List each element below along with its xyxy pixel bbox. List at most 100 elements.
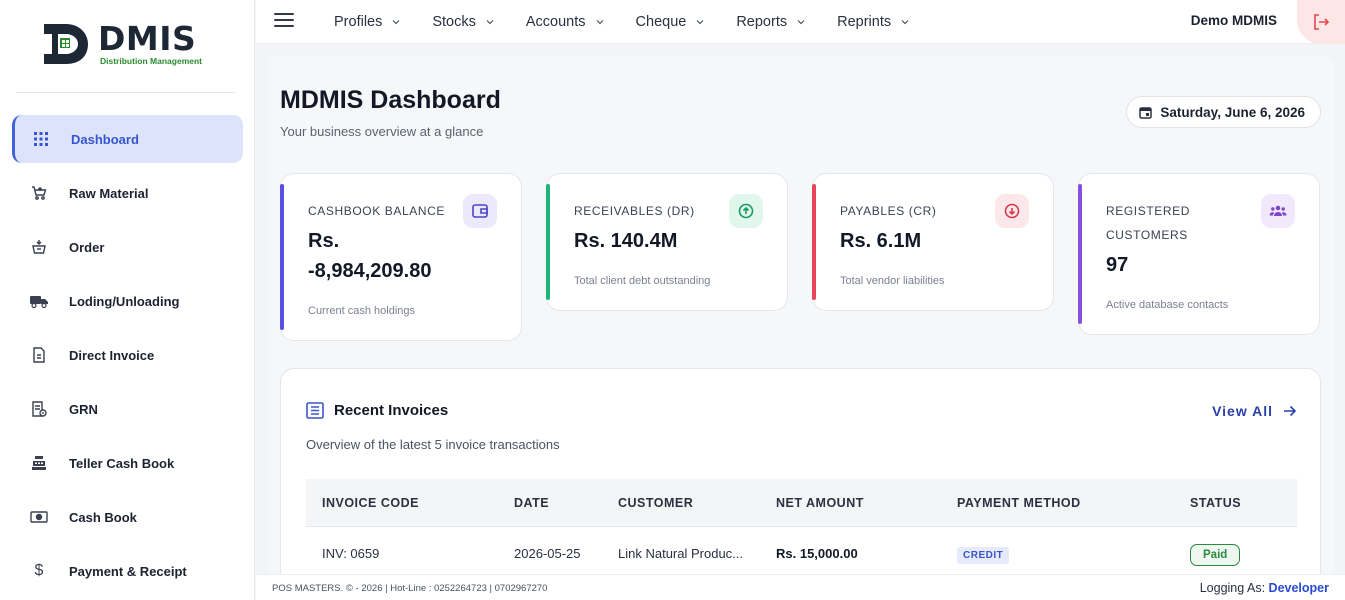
card-payables[interactable]: PAYABLES (CR) Rs. 6.1M Total vendor liab…: [812, 173, 1054, 311]
column-header[interactable]: INVOICE CODE: [322, 496, 419, 510]
sidebar-item-grn[interactable]: GRN: [12, 385, 243, 433]
card-value: Rs. 140.4M: [574, 230, 678, 252]
sidebar-item-direct-invoice[interactable]: Direct Invoice: [12, 331, 243, 379]
sidebar-item-teller-cash-book[interactable]: Teller Cash Book: [12, 439, 243, 487]
menu-stocks[interactable]: Stocks: [432, 14, 494, 30]
card-registered-customers[interactable]: REGISTERED CUSTOMERS 97 Active database …: [1078, 173, 1320, 335]
payment-method: CREDIT: [957, 546, 1010, 564]
column-header[interactable]: DATE: [514, 496, 549, 510]
sidebar-item-order[interactable]: Order: [12, 223, 243, 271]
page-title: MDMIS Dashboard: [280, 86, 501, 114]
top-menu: Profiles Stocks Accounts Cheque Reports …: [334, 0, 941, 44]
card-description: Total client debt outstanding: [574, 275, 711, 287]
menu-profiles[interactable]: Profiles: [334, 14, 400, 30]
sidebar-item-cash-book[interactable]: Cash Book: [12, 493, 243, 541]
menu-label: Reports: [736, 14, 788, 30]
card-receivables[interactable]: RECEIVABLES (DR) Rs. 140.4M Total client…: [546, 173, 788, 311]
invoice-code: INV: 0659: [322, 545, 380, 561]
date-pill: Saturday, June 6, 2026: [1126, 96, 1321, 128]
arrow-down-circle-icon: [995, 194, 1029, 228]
card-cashbook-balance[interactable]: CASHBOOK BALANCE Rs. -8,984,209.80 Curre…: [280, 173, 522, 341]
sidebar-item-payment-receipt[interactable]: $ Payment & Receipt: [12, 547, 243, 595]
sidebar-item-label: Payment & Receipt: [69, 563, 187, 579]
card-description: Active database contacts: [1106, 299, 1229, 311]
payment-method-badge: CREDIT: [957, 546, 1010, 564]
user-name[interactable]: Demo MDMIS: [1191, 13, 1277, 28]
chevron-down-icon: [797, 20, 805, 25]
recent-invoices-subtitle: Overview of the latest 5 invoice transac…: [306, 437, 560, 452]
wallet-icon: [463, 194, 497, 228]
card-label: RECEIVABLES (DR): [574, 204, 695, 218]
invoice-status: Paid: [1190, 543, 1241, 566]
sidebar-item-label: GRN: [69, 401, 98, 417]
users-icon: [1261, 194, 1295, 228]
menu-label: Cheque: [635, 14, 687, 30]
sidebar-item-loading-unloading[interactable]: Loding/Unloading: [12, 277, 243, 325]
sidebar-item-label: Direct Invoice: [69, 347, 155, 363]
top-bar: Profiles Stocks Accounts Cheque Reports …: [256, 0, 1345, 44]
card-value: Rs. 6.1M: [840, 230, 922, 252]
arrow-up-circle-icon: [729, 194, 763, 228]
menu-accounts[interactable]: Accounts: [526, 14, 604, 30]
truck-icon: [30, 292, 48, 310]
menu-label: Accounts: [525, 14, 586, 30]
logout-icon: [1314, 14, 1330, 30]
sidebar-item-label: Teller Cash Book: [69, 455, 175, 471]
list-icon: [306, 402, 324, 419]
page-subtitle: Your business overview at a glance: [280, 124, 484, 139]
calendar-icon: [1139, 106, 1153, 119]
card-accent: [546, 184, 550, 300]
view-all-label: View All: [1212, 403, 1273, 419]
menu-cheque[interactable]: Cheque: [636, 14, 705, 30]
chevron-down-icon: [486, 20, 494, 25]
invoice-amount: Rs. 15,000.00: [776, 545, 858, 561]
card-accent: [812, 184, 816, 300]
chevron-down-icon: [596, 20, 603, 25]
footer: POS MASTERS. © - 2026 | Hot-Line : 02522…: [256, 574, 1345, 600]
recent-invoices-panel: Recent Invoices Overview of the latest 5…: [280, 368, 1321, 598]
sidebar-item-label: Loding/Unloading: [69, 293, 180, 309]
card-accent: [1078, 184, 1082, 324]
card-value: Rs. -8,984,209.80: [308, 230, 432, 282]
recent-invoices-title: Recent Invoices: [334, 402, 449, 419]
logout-button[interactable]: [1297, 0, 1345, 44]
dollar-icon: $: [34, 562, 44, 579]
column-header[interactable]: CUSTOMER: [618, 496, 693, 510]
view-all-link[interactable]: View All: [1212, 403, 1296, 419]
invoice-customer: Link Natural Produc...: [618, 545, 744, 561]
footer-logged-user: Developer: [1268, 581, 1329, 595]
sidebar-item-dashboard[interactable]: Dashboard: [12, 115, 243, 163]
card-label: REGISTERED CUSTOMERS: [1106, 204, 1191, 242]
grid-icon: [32, 130, 50, 148]
footer-logged-prefix: Logging As:: [1199, 581, 1266, 595]
menu-label: Stocks: [432, 14, 476, 30]
card-label: PAYABLES (CR): [840, 204, 937, 218]
basket-icon: [30, 238, 48, 256]
sidebar-item-label: Cash Book: [69, 509, 137, 525]
column-header[interactable]: NET AMOUNT: [776, 496, 864, 510]
brand-name: DMIS: [98, 19, 197, 58]
table-row[interactable]: INV: 0659 2026-05-25 Link Natural Produc…: [306, 527, 1297, 579]
menu-reprints[interactable]: Reprints: [837, 14, 909, 30]
status-badge: Paid: [1190, 543, 1241, 566]
chevron-down-icon: [696, 20, 704, 25]
brand-logo[interactable]: DMIS Distribution Management: [40, 18, 220, 70]
recent-invoices-header: Recent Invoices: [306, 402, 448, 419]
menu-label: Reprints: [837, 14, 892, 30]
footer-logged-in: Logging As: Developer: [1200, 581, 1329, 595]
sidebar-item-raw-material[interactable]: Raw Material: [12, 169, 243, 217]
hamburger-menu-icon[interactable]: [274, 13, 294, 29]
card-description: Current cash holdings: [308, 305, 416, 317]
menu-reports[interactable]: Reports: [736, 14, 805, 30]
footer-copyright: POS MASTERS. © - 2026 | Hot-Line : 02522…: [272, 583, 548, 594]
sidebar-nav: Dashboard Raw Material Order Loding/Unlo…: [12, 115, 243, 600]
card-description: Total vendor liabilities: [840, 275, 945, 287]
card-accent: [280, 184, 284, 330]
column-header[interactable]: STATUS: [1190, 496, 1241, 510]
sidebar: DMIS Distribution Management Dashboard R…: [0, 0, 255, 600]
column-header[interactable]: PAYMENT METHOD: [957, 496, 1081, 510]
sidebar-item-label: Order: [69, 239, 105, 255]
card-value: 97: [1106, 254, 1129, 276]
cart-icon: [30, 184, 48, 202]
sidebar-item-label: Dashboard: [71, 131, 139, 147]
